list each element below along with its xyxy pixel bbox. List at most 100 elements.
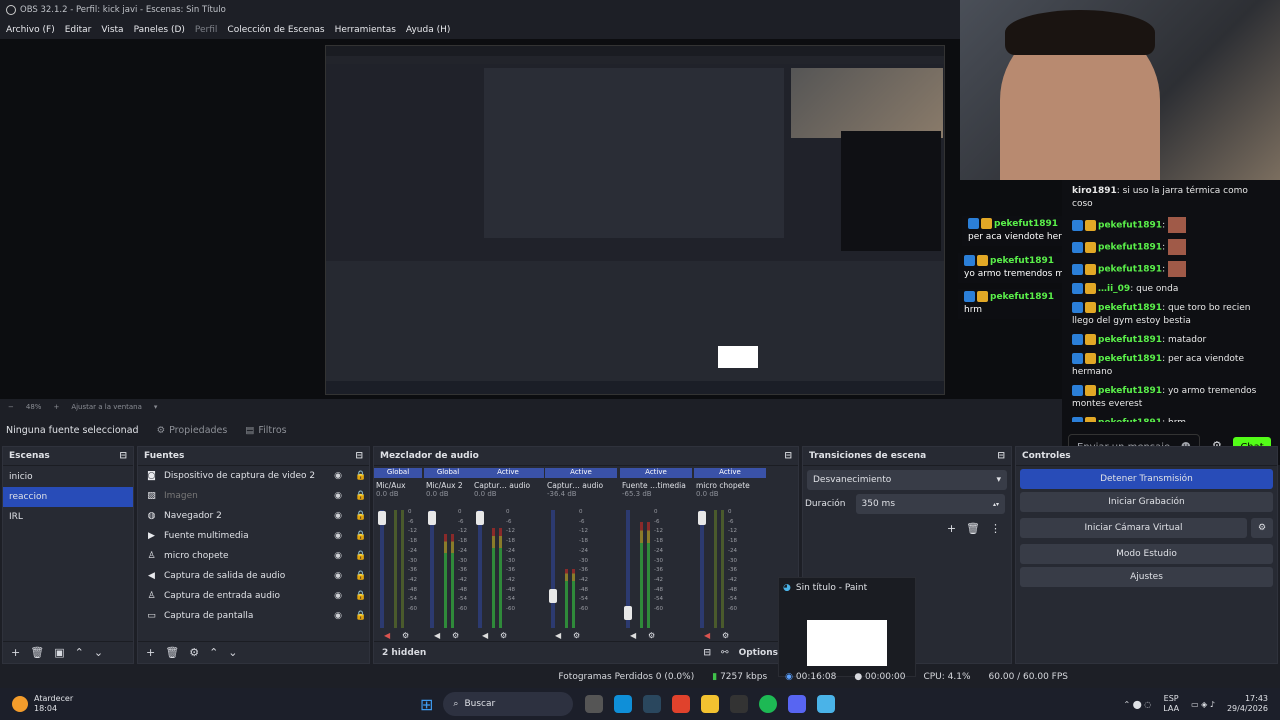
source-item[interactable]: ▭ Captura de pantalla ◉ 🔒 [138,606,369,626]
eye-icon[interactable]: ◉ [330,591,346,601]
speaker-icon[interactable]: ◀ [555,631,561,640]
transition-select[interactable]: Desvanecimiento ▾ [807,470,1007,490]
eye-icon[interactable]: ◉ [330,571,346,581]
stop-stream-button[interactable]: Detener Transmisión [1020,469,1273,489]
dock-menu-icon[interactable]: ⊟ [355,451,363,461]
scene-item[interactable]: inicio [3,467,133,487]
fader-knob[interactable] [476,510,484,525]
gear-icon[interactable]: ⚙ [573,631,580,640]
dock-menu-icon[interactable]: ⊟ [784,451,792,461]
chat-username[interactable]: pekefut1891 [1098,265,1162,275]
fader-knob[interactable] [428,510,436,525]
chrome-icon[interactable] [672,695,691,713]
zoom-plus-icon[interactable]: + [53,403,59,411]
trash-icon[interactable]: 🗑 [165,646,179,659]
menu-herramientas[interactable]: Herramientas [335,25,396,35]
lock-icon[interactable]: 🔒 [353,471,369,481]
channel-name[interactable]: Fuente …timedia [620,481,692,490]
tray-icons[interactable]: ⌃ ⬤ ◌ [1124,700,1152,709]
gear-icon[interactable]: ⚙ [722,631,729,640]
lock-icon[interactable]: 🔒 [353,511,369,521]
duration-input[interactable]: 350 ms ▴▾ [855,494,1005,514]
menu-ayuda[interactable]: Ayuda (H) [406,25,450,35]
hidden-count[interactable]: 2 hidden [382,648,426,658]
speaker-icon[interactable]: ◀ [482,631,488,640]
channel-name[interactable]: Captur… audio [545,481,617,490]
chat-username[interactable]: kiro1891 [1072,186,1117,196]
menu-coleccion[interactable]: Colección de Escenas [227,25,324,35]
menu-paneles[interactable]: Paneles (D) [134,25,185,35]
channel-name[interactable]: Mic/Aux [374,481,422,490]
channel-name[interactable]: Mic/Aux 2 [424,481,472,490]
menu-vista[interactable]: Vista [101,25,123,35]
channel-name[interactable]: micro chopete [694,481,766,490]
arrow-down-icon[interactable]: ⌄ [94,646,103,659]
volume-fader[interactable] [430,510,434,628]
chat-username[interactable]: pekefut1891 [1098,335,1162,345]
virtual-camera-button[interactable]: Iniciar Cámara Virtual [1020,518,1247,538]
gear-icon[interactable]: ⚙ [452,631,459,640]
chat-username[interactable]: pekefut1891 [1098,354,1162,364]
source-item[interactable]: ◍ Navegador 2 ◉ 🔒 [138,506,369,526]
arrow-down-icon[interactable]: ⌄ [228,646,237,659]
zoom-fit[interactable]: Ajustar a la ventana [71,403,142,411]
source-item[interactable]: ▶ Fuente multimedia ◉ 🔒 [138,526,369,546]
lock-icon[interactable]: 🔒 [353,611,369,621]
taskbar-search[interactable]: ⌕ Buscar [443,692,574,716]
add-icon[interactable]: + [11,646,20,659]
lock-icon[interactable]: 🔒 [353,571,369,581]
fader-knob[interactable] [378,510,386,525]
properties-button[interactable]: ⚙ Propiedades [157,425,228,436]
volume-fader[interactable] [478,510,482,628]
gear-icon[interactable]: ⚙ [648,631,655,640]
filters-button[interactable]: ▤ Filtros [245,425,286,436]
source-item[interactable]: ♙ micro chopete ◉ 🔒 [138,546,369,566]
lock-icon[interactable]: 🔒 [353,591,369,601]
menu-archivo[interactable]: Archivo (F) [6,25,55,35]
chat-username[interactable]: pekefut1891 [1098,303,1162,313]
eye-icon[interactable]: ◉ [330,491,346,501]
dock-menu-icon[interactable]: ⊟ [997,451,1005,461]
menu-editar[interactable]: Editar [65,25,92,35]
volume-fader[interactable] [380,510,384,628]
weather-widget[interactable]: Atardecer 18:04 [0,694,420,714]
chat-username[interactable]: pekefut1891 [1098,221,1162,231]
scene-item[interactable]: reaccion [3,487,133,507]
speaker-icon[interactable]: ◀ [630,631,636,640]
clock[interactable]: 17:43 29/4/2026 [1227,694,1268,714]
paint-icon[interactable] [817,695,836,713]
scene-item[interactable]: IRL [3,507,133,527]
link-icon[interactable]: ⚯ [721,648,729,658]
add-icon[interactable]: + [947,522,956,535]
steam-icon[interactable] [643,695,662,713]
gear-icon[interactable]: ⚙ [402,631,409,640]
settings-button[interactable]: Ajustes [1020,567,1273,587]
speaker-icon[interactable]: ◀ [704,631,710,640]
arrow-up-icon[interactable]: ⌃ [209,646,218,659]
source-item[interactable]: ◀ Captura de salida de audio ◉ 🔒 [138,566,369,586]
studio-mode-button[interactable]: Modo Estudio [1020,544,1273,564]
gear-icon[interactable]: ⚙ [189,646,199,659]
task-view-icon[interactable] [585,695,604,713]
channel-name[interactable]: Captur… audio [472,481,544,490]
stepper-icon[interactable]: ▴▾ [993,501,999,508]
source-item[interactable]: ▨ Imagen ◉ 🔒 [138,486,369,506]
speaker-icon[interactable]: ◀ [384,631,390,640]
gear-icon[interactable]: ⚙ [500,631,507,640]
layout-icon[interactable]: ⊟ [703,648,711,658]
volume-fader[interactable] [551,510,555,628]
trash-icon[interactable]: 🗑 [30,646,44,659]
fader-knob[interactable] [698,510,706,525]
zoom-minus-icon[interactable]: − [8,403,14,411]
chevron-down-icon[interactable]: ▾ [154,403,158,411]
menu-perfil[interactable]: Perfil [195,25,218,35]
eye-icon[interactable]: ◉ [330,611,346,621]
filter-icon[interactable]: ▣ [54,646,64,659]
eye-icon[interactable]: ◉ [330,551,346,561]
gear-icon[interactable]: ⚙ [1251,518,1273,538]
lock-icon[interactable]: 🔒 [353,531,369,541]
chat-username[interactable]: pekefut1891 [1098,386,1162,396]
source-item[interactable]: ◙ Dispositivo de captura de video 2 ◉ 🔒 [138,466,369,486]
eye-icon[interactable]: ◉ [330,531,346,541]
paint-thumbnail-popup[interactable]: ◕ Sin título - Paint [778,577,916,677]
